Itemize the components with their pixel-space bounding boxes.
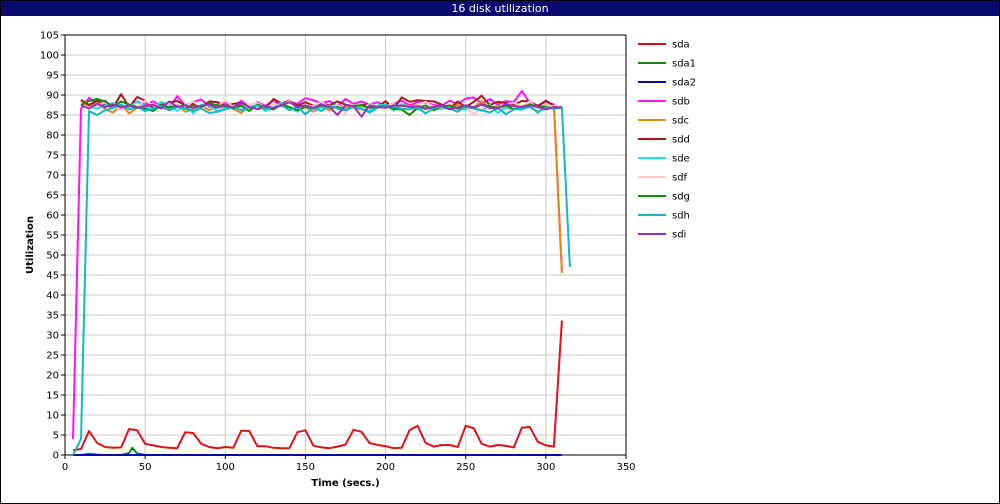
y-tick-label: 0 [53, 451, 59, 462]
series-line-sdc [80, 100, 563, 274]
y-tick-label: 95 [46, 71, 59, 82]
y-tick-label: 20 [46, 371, 59, 382]
y-tick-label: 5 [53, 431, 59, 442]
legend-label: sdf [672, 173, 688, 184]
legend-label: sdb [672, 97, 690, 108]
series-line-sdh [72, 103, 571, 456]
series-line-sda [72, 320, 563, 452]
y-tick-label: 80 [46, 131, 59, 142]
y-tick-label: 55 [46, 231, 59, 242]
x-tick-label: 200 [376, 462, 395, 473]
legend-label: sdi [672, 230, 686, 241]
legend-label: sde [672, 154, 690, 165]
y-tick-label: 40 [46, 291, 59, 302]
x-axis-label: Time (secs.) [311, 478, 380, 489]
legend-label: sdg [672, 192, 690, 203]
x-tick-label: 250 [456, 462, 475, 473]
series-line-sdb [72, 90, 563, 440]
y-tick-label: 10 [46, 411, 59, 422]
legend-label: sda1 [672, 59, 696, 70]
chart-area: 0 5 10 15 20 25 30 35 40 45 50 55 60 65 70 75 80 85 90 95 10… [25, 31, 696, 490]
y-tick-label: 25 [46, 351, 59, 362]
y-tick-label: 105 [40, 31, 59, 42]
y-tick-label: 70 [46, 171, 59, 182]
legend-label: sda [672, 40, 690, 51]
y-tick-label: 15 [46, 391, 59, 402]
legend-label: sda2 [672, 78, 696, 89]
series-lines [72, 90, 571, 456]
legend-label: sdh [672, 211, 690, 222]
y-tick-label: 75 [46, 151, 59, 162]
legend-label: sdd [672, 135, 690, 146]
x-tick-label: 50 [139, 462, 152, 473]
y-tick-label: 35 [46, 311, 59, 322]
y-tick-label: 100 [40, 51, 59, 62]
legend: sda sda1 sda2 sdb sdc sdd sde sdf sdg sdh sdi [638, 40, 696, 241]
y-axis-label: Utilization [25, 216, 36, 274]
y-tick-label: 65 [46, 191, 59, 202]
x-tick-label: 300 [536, 462, 555, 473]
series-line-sda1 [73, 446, 562, 456]
legend-label: sdc [672, 116, 689, 127]
y-tick-label: 60 [46, 211, 59, 222]
y-tick-label: 45 [46, 271, 59, 282]
y-tick-label: 85 [46, 111, 59, 122]
x-tick-label: 0 [62, 462, 68, 473]
y-tick-label: 50 [46, 251, 59, 262]
x-tick-label: 350 [616, 462, 635, 473]
x-tick-label: 150 [296, 462, 315, 473]
x-tick-label: 100 [216, 462, 235, 473]
y-tick-label: 90 [46, 91, 59, 102]
y-axis-ticks: 0 5 10 15 20 25 30 35 40 45 50 55 60 65 70 75 80 85 90 95 10… [40, 31, 65, 462]
y-tick-label: 30 [46, 331, 59, 342]
x-axis-ticks: 0 50 100 150 200 250 300 350 [62, 455, 636, 473]
